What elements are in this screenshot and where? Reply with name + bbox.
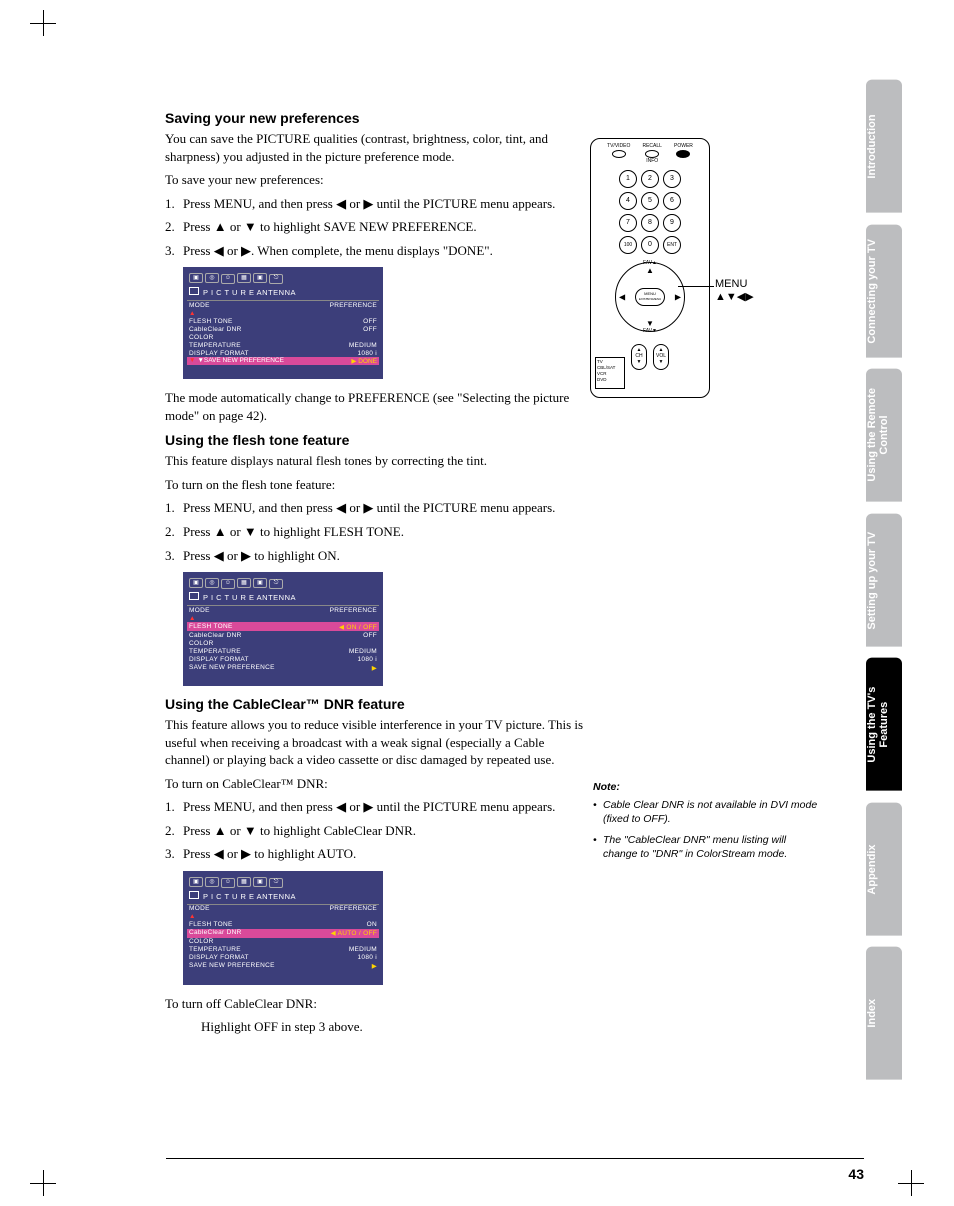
body-text: To turn on CableClear™ DNR:	[165, 775, 585, 793]
remote-key-8: 8	[641, 214, 659, 232]
arrow-down-icon: ▼	[646, 319, 654, 328]
body-text: To turn off CableClear DNR:	[165, 995, 585, 1013]
tab-appendix: Appendix	[866, 803, 902, 936]
body-text: This feature displays natural flesh tone…	[165, 452, 585, 470]
remote-ch-rocker: ▲CH▼	[631, 344, 647, 370]
remote-key-4: 4	[619, 192, 637, 210]
arrow-up-icon: ▲	[646, 266, 654, 275]
step-text: Press MENU, and then press ◀ or ▶ until …	[183, 500, 555, 515]
body-text: This feature allows you to reduce visibl…	[165, 716, 585, 769]
osd-menu-screenshot-2: ▣◎☺▦▣⎋ P I C T U R E ANTENNA MODEPREFERE…	[183, 572, 383, 686]
crop-mark	[30, 1170, 56, 1196]
remote-nav-ring: FAV▲ ▲ ▼ ◀ ▶ MENUEXIT/BKSMENU FAV▼	[615, 262, 685, 332]
step-text: Press ▲ or ▼ to highlight SAVE NEW PREFE…	[183, 219, 477, 234]
footer-rule	[166, 1158, 864, 1159]
step-text: Press ▲ or ▼ to highlight FLESH TONE.	[183, 524, 404, 539]
section-tabs: Introduction Connecting your TV Using th…	[866, 80, 902, 1080]
remote-key-3: 3	[663, 170, 681, 188]
remote-key-6: 6	[663, 192, 681, 210]
tab-index: Index	[866, 947, 902, 1080]
remote-key-9: 9	[663, 214, 681, 232]
tab-features: Using the TV's Features	[866, 658, 902, 791]
heading-cableclear: Using the CableClear™ DNR feature	[165, 696, 585, 712]
tab-setting-up: Setting up your TV	[866, 514, 902, 647]
body-text: The mode automatically change to PREFERE…	[165, 389, 585, 424]
step-text: Press ◀ or ▶ to highlight ON.	[183, 548, 340, 563]
step-text: Press ▲ or ▼ to highlight CableClear DNR…	[183, 823, 416, 838]
crop-mark	[30, 10, 56, 36]
step-text: Press MENU, and then press ◀ or ▶ until …	[183, 799, 555, 814]
page-number: 43	[848, 1166, 864, 1182]
note-item: Cable Clear DNR is not available in DVI …	[593, 798, 823, 826]
body-text: You can save the PICTURE qualities (cont…	[165, 130, 585, 165]
remote-key-100: 100	[619, 236, 637, 254]
tab-connecting: Connecting your TV	[866, 225, 902, 358]
step-text: Press ◀ or ▶. When complete, the menu di…	[183, 243, 493, 258]
step-text: Press ◀ or ▶ to highlight AUTO.	[183, 846, 356, 861]
arrow-left-icon: ◀	[619, 293, 625, 302]
remote-callout: MENU ▲▼◀▶	[715, 278, 754, 303]
remote-key-7: 7	[619, 214, 637, 232]
step-text: Highlight OFF in step 3 above.	[165, 1018, 585, 1036]
tab-introduction: Introduction	[866, 80, 902, 213]
arrow-right-icon: ▶	[675, 293, 681, 302]
note-heading: Note:	[593, 780, 823, 794]
remote-key-5: 5	[641, 192, 659, 210]
note-item: The "CableClear DNR" menu listing will c…	[593, 833, 823, 861]
remote-key-2: 2	[641, 170, 659, 188]
heading-saving-preferences: Saving your new preferences	[165, 110, 585, 126]
remote-device-switch: TV CBL/SAT VCR DVD	[595, 357, 625, 389]
heading-flesh-tone: Using the flesh tone feature	[165, 432, 585, 448]
osd-menu-screenshot-1: ▣◎☺▦▣⎋ P I C T U R E ANTENNA MODEPREFERE…	[183, 267, 383, 379]
body-text: To turn on the flesh tone feature:	[165, 476, 585, 494]
tab-remote: Using the Remote Control	[866, 369, 902, 502]
note-box: Note: Cable Clear DNR is not available i…	[593, 780, 823, 867]
remote-key-ent: ENT	[663, 236, 681, 254]
step-text: Press MENU, and then press ◀ or ▶ until …	[183, 196, 555, 211]
remote-vol-rocker: ▲VOL▼	[653, 344, 669, 370]
remote-key-0: 0	[641, 236, 659, 254]
crop-mark	[898, 1170, 924, 1196]
osd-menu-screenshot-3: ▣◎☺▦▣⎋ P I C T U R E ANTENNA MODEPREFERE…	[183, 871, 383, 985]
remote-key-1: 1	[619, 170, 637, 188]
remote-illustration: TV/VIDEO RECALLINFO POWER 1 2 3 4 5 6 7 …	[590, 138, 790, 398]
body-text: To save your new preferences:	[165, 171, 585, 189]
main-content: Saving your new preferences You can save…	[165, 110, 585, 1042]
